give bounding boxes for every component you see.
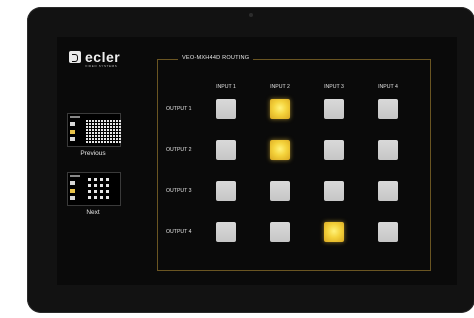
touch-screen: ecler VIDEO SYSTEMS Previous Next VEO-MX… [57,37,457,285]
route-output-4-input-2-button[interactable] [270,222,290,242]
tablet-device: ecler VIDEO SYSTEMS Previous Next VEO-MX… [27,7,474,313]
route-output-3-input-2-button[interactable] [270,181,290,201]
route-output-1-input-4-button[interactable] [378,99,398,119]
input-1-label: INPUT 1 [216,84,236,90]
output-2-label: OUTPUT 2 [166,147,192,153]
routing-panel-title: VEO-MXH44D ROUTING [178,55,254,61]
route-output-2-input-3-button[interactable] [324,140,344,160]
route-output-4-input-3-button[interactable] [324,222,344,242]
route-output-2-input-2-button[interactable] [270,140,290,160]
input-2-label: INPUT 2 [270,84,290,90]
previous-preset-thumbnail [67,113,121,147]
previous-preset-button[interactable]: Previous [63,113,123,157]
ecler-logo-icon [69,51,81,63]
next-preset-button[interactable]: Next [63,172,123,216]
previous-preset-label: Previous [80,150,106,157]
route-output-2-input-1-button[interactable] [216,140,236,160]
route-output-1-input-2-button[interactable] [270,99,290,119]
route-output-3-input-1-button[interactable] [216,181,236,201]
input-3-label: INPUT 3 [324,84,344,90]
route-output-2-input-4-button[interactable] [378,140,398,160]
brand-name: ecler [85,49,121,65]
brand-tagline: VIDEO SYSTEMS [85,64,118,68]
next-preset-thumbnail [67,172,121,206]
next-preset-label: Next [86,209,100,216]
route-output-1-input-1-button[interactable] [216,99,236,119]
route-output-1-input-3-button[interactable] [324,99,344,119]
routing-panel: VEO-MXH44D ROUTING INPUT 1 INPUT 2 INPUT… [157,55,431,271]
output-4-label: OUTPUT 4 [166,229,192,235]
input-4-label: INPUT 4 [378,84,398,90]
output-1-label: OUTPUT 1 [166,106,192,112]
route-output-3-input-3-button[interactable] [324,181,344,201]
route-output-4-input-4-button[interactable] [378,222,398,242]
front-camera [249,13,253,17]
route-output-4-input-1-button[interactable] [216,222,236,242]
route-output-3-input-4-button[interactable] [378,181,398,201]
output-3-label: OUTPUT 3 [166,188,192,194]
